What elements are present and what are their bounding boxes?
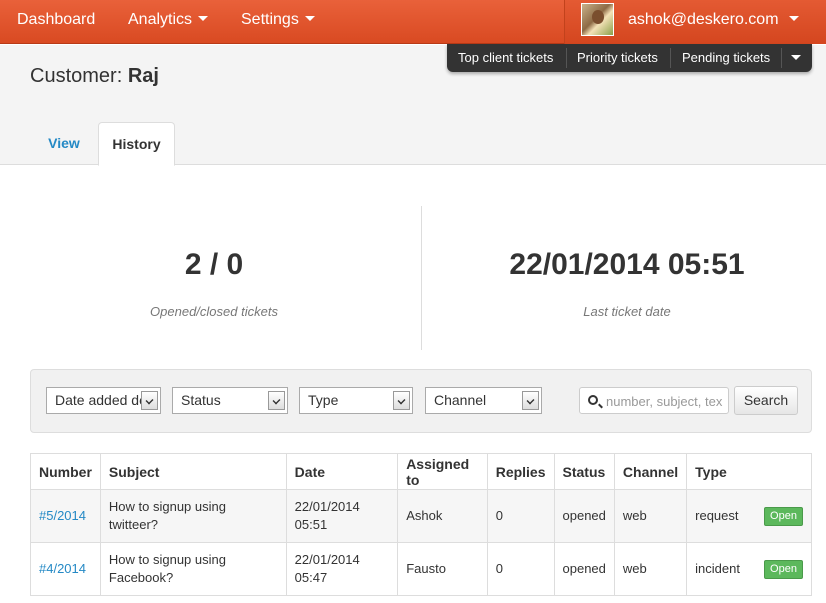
ticket-replies: 0 bbox=[495, 508, 503, 523]
channel-select[interactable]: Channel bbox=[425, 387, 542, 414]
ticket-replies: 0 bbox=[495, 561, 503, 576]
ticket-assignee: Ashok bbox=[406, 508, 443, 523]
ticket-assignee: Fausto bbox=[406, 561, 446, 576]
ticket-number-link[interactable]: #5/2014 bbox=[39, 508, 86, 523]
top-client-tickets-link[interactable]: Top client tickets bbox=[458, 44, 553, 72]
chevron-down-icon bbox=[141, 391, 158, 410]
nav-analytics[interactable]: Analytics bbox=[128, 0, 209, 44]
table-row[interactable]: #4/2014 How to signup using Facebook? 22/… bbox=[30, 542, 812, 596]
ticket-date: 22/01/2014 bbox=[294, 499, 360, 514]
type-select[interactable]: Type bbox=[299, 387, 413, 414]
ticket-time: 05:51 bbox=[294, 517, 328, 532]
nav-dashboard[interactable]: Dashboard bbox=[17, 0, 95, 44]
status-select[interactable]: Status bbox=[172, 387, 288, 414]
ticket-subject-continued: Facebook? bbox=[108, 570, 174, 585]
type-select-value: Type bbox=[308, 392, 339, 408]
ticket-type: incident bbox=[695, 560, 740, 576]
last-ticket-date: 22/01/2014 05:51 bbox=[509, 248, 745, 281]
status-select-value: Status bbox=[181, 392, 221, 408]
table-row[interactable]: #5/2014 How to signup using twitteer? 22… bbox=[30, 489, 812, 543]
ticket-subject: How to signup using bbox=[108, 552, 226, 567]
search-input[interactable] bbox=[606, 391, 726, 411]
customer-name: Raj bbox=[127, 65, 159, 87]
table-header-row: Number Subject Date Assigned to Replies … bbox=[30, 453, 812, 490]
search-box bbox=[579, 387, 729, 414]
ticket-type: request bbox=[695, 507, 739, 523]
status-badge: Open bbox=[764, 559, 803, 579]
priority-tickets-link[interactable]: Priority tickets bbox=[577, 44, 658, 72]
user-email: ashok@deskero.com bbox=[628, 0, 799, 40]
page-title: Customer: Raj bbox=[30, 65, 159, 88]
status-badge: Open bbox=[764, 506, 803, 526]
tickets-count: 2 / 0 bbox=[184, 248, 244, 281]
column-header-assigned-to[interactable]: Assigned to bbox=[397, 453, 488, 490]
column-header-date[interactable]: Date bbox=[285, 453, 399, 490]
ticket-status: opened bbox=[562, 561, 606, 576]
user-menu[interactable]: ashok@deskero.com bbox=[564, 0, 826, 44]
column-header-type[interactable]: Type bbox=[686, 453, 812, 490]
column-header-subject[interactable]: Subject bbox=[99, 453, 287, 490]
filter-bar: Date added de Status Type Channel Search bbox=[30, 369, 812, 433]
top-navbar: Dashboard Analytics Settings ashok@deske… bbox=[0, 0, 826, 44]
tickets-table: Number Subject Date Assigned to Replies … bbox=[30, 453, 812, 596]
nav-analytics-label: Analytics bbox=[128, 11, 193, 28]
tab-history[interactable]: History bbox=[98, 122, 175, 166]
chevron-down-icon bbox=[268, 391, 285, 410]
sort-select-value: Date added de bbox=[55, 392, 147, 408]
nav-settings-label: Settings bbox=[241, 11, 299, 28]
tickets-count-label: Opened/closed tickets bbox=[150, 304, 278, 319]
ticket-channel: web bbox=[622, 508, 647, 523]
stats-divider bbox=[421, 206, 422, 350]
search-icon bbox=[588, 395, 598, 405]
ticket-channel: web bbox=[622, 561, 647, 576]
ticket-number-link[interactable]: #4/2014 bbox=[39, 561, 86, 576]
pending-tickets-link[interactable]: Pending tickets bbox=[682, 44, 770, 72]
caret-down-icon bbox=[304, 16, 315, 22]
ticket-date: 22/01/2014 bbox=[294, 552, 360, 567]
search-button[interactable]: Search bbox=[734, 386, 798, 415]
nav-settings[interactable]: Settings bbox=[241, 0, 315, 44]
channel-select-value: Channel bbox=[434, 392, 487, 408]
nav-dashboard-label: Dashboard bbox=[17, 11, 96, 28]
chevron-down-icon bbox=[393, 391, 410, 410]
quick-tickets-bar: Top client tickets Priority tickets Pend… bbox=[447, 44, 812, 72]
tab-view[interactable]: View bbox=[30, 122, 98, 165]
column-header-status[interactable]: Status bbox=[553, 453, 615, 490]
last-ticket-date-label: Last ticket date bbox=[583, 304, 671, 319]
caret-down-icon bbox=[198, 16, 209, 22]
page-title-prefix: Customer: bbox=[30, 65, 123, 87]
column-header-channel[interactable]: Channel bbox=[613, 453, 688, 490]
chevron-down-icon bbox=[522, 391, 539, 410]
avatar bbox=[581, 3, 614, 36]
ticket-subject: How to signup using twitteer? bbox=[108, 499, 226, 532]
column-header-replies[interactable]: Replies bbox=[486, 453, 555, 490]
caret-down-icon bbox=[788, 16, 799, 22]
ticket-status: opened bbox=[562, 508, 606, 523]
ticket-time: 05:47 bbox=[294, 570, 328, 585]
caret-down-icon[interactable] bbox=[791, 55, 801, 60]
column-header-number[interactable]: Number bbox=[30, 453, 101, 490]
sort-select[interactable]: Date added de bbox=[46, 387, 161, 414]
